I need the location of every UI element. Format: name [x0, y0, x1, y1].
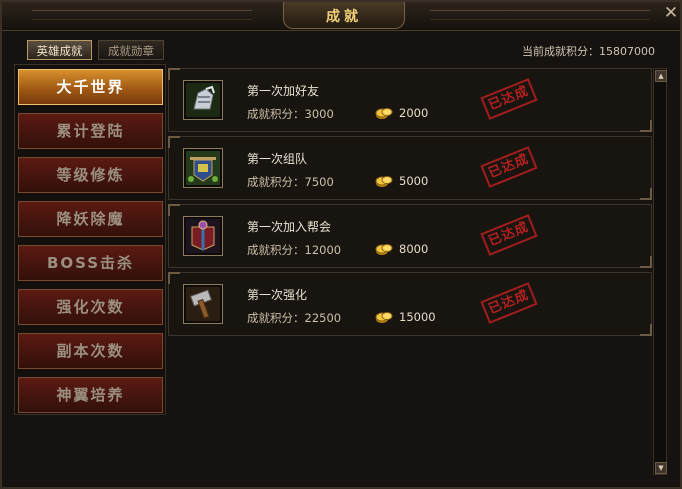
- close-icon[interactable]: ✕: [662, 4, 680, 22]
- achievement-points: 成就积分：3000: [247, 107, 334, 121]
- completed-stamp: 已达成: [480, 214, 538, 256]
- score-value: 15807000: [599, 45, 655, 58]
- tab-achievement-medals[interactable]: 成就勋章: [98, 40, 164, 60]
- achievement-card: 第一次组队 成就积分：7500 5000 已达成: [168, 136, 652, 200]
- achievement-reward: 5000: [399, 174, 429, 188]
- achievement-card: 第一次加好友 成就积分：3000 2000 已达成: [168, 68, 652, 132]
- scroll-up-icon[interactable]: ▲: [655, 70, 667, 82]
- sidebar-item-level[interactable]: 等级修炼: [18, 157, 163, 193]
- sidebar-item-world[interactable]: 大千世界: [18, 69, 163, 105]
- gold-coin-icon: [375, 108, 393, 119]
- sidebar-item-dungeon[interactable]: 副本次数: [18, 333, 163, 369]
- guild-icon: [183, 216, 223, 256]
- achievement-name: 第一次强化: [247, 288, 308, 302]
- title-bar[interactable]: 成就 ✕: [2, 2, 680, 31]
- banner-icon: [183, 148, 223, 188]
- sidebar-item-enhance[interactable]: 强化次数: [18, 289, 163, 325]
- hammer-icon: [183, 284, 223, 324]
- sidebar-item-demon-slaying[interactable]: 降妖除魔: [18, 201, 163, 237]
- sidebar-item-login[interactable]: 累计登陆: [18, 113, 163, 149]
- gold-coin-icon: [375, 244, 393, 255]
- gauntlet-icon: [183, 80, 223, 120]
- scroll-down-icon[interactable]: ▼: [655, 462, 667, 474]
- achievement-points: 成就积分：12000: [247, 243, 342, 257]
- current-score: 当前成就积分：15807000: [522, 43, 655, 59]
- achievement-reward: 8000: [399, 242, 429, 256]
- completed-stamp: 已达成: [480, 146, 538, 188]
- category-sidebar: 大千世界 累计登陆 等级修炼 降妖除魔 BOSS击杀 强化次数 副本次数 神翼培…: [14, 64, 166, 415]
- achievement-reward: 2000: [399, 106, 429, 120]
- achievement-name: 第一次组队: [247, 152, 308, 166]
- completed-stamp: 已达成: [480, 78, 538, 120]
- gold-coin-icon: [375, 312, 393, 323]
- completed-stamp: 已达成: [480, 282, 538, 324]
- achievement-window: 成就 ✕ 英雄成就 成就勋章 当前成就积分：15807000 大千世界 累计登陆…: [0, 0, 682, 489]
- window-title: 成就: [326, 9, 362, 25]
- sidebar-item-wings[interactable]: 神翼培养: [18, 377, 163, 413]
- title-plate: 成就: [283, 2, 405, 29]
- achievement-reward: 15000: [399, 310, 436, 324]
- gold-coin-icon: [375, 176, 393, 187]
- achievement-card: 第一次加入帮会 成就积分：12000 8000 已达成: [168, 204, 652, 268]
- achievement-name: 第一次加入帮会: [247, 220, 332, 234]
- achievement-points: 成就积分：22500: [247, 311, 342, 325]
- achievement-name: 第一次加好友: [247, 84, 320, 98]
- scrollbar[interactable]: ▲ ▼: [653, 68, 667, 475]
- title-ornament-left: [32, 10, 252, 20]
- achievement-card: 第一次强化 成就积分：22500 15000 已达成: [168, 272, 652, 336]
- tab-hero-achievements[interactable]: 英雄成就: [27, 40, 92, 60]
- achievement-list: 第一次加好友 成就积分：3000 2000 已达成 第一次组队 成就积分：750…: [168, 64, 652, 478]
- title-ornament-right: [430, 10, 650, 20]
- achievement-points: 成就积分：7500: [247, 175, 334, 189]
- score-label: 当前成就积分：: [522, 45, 599, 58]
- sidebar-item-boss-kills[interactable]: BOSS击杀: [18, 245, 163, 281]
